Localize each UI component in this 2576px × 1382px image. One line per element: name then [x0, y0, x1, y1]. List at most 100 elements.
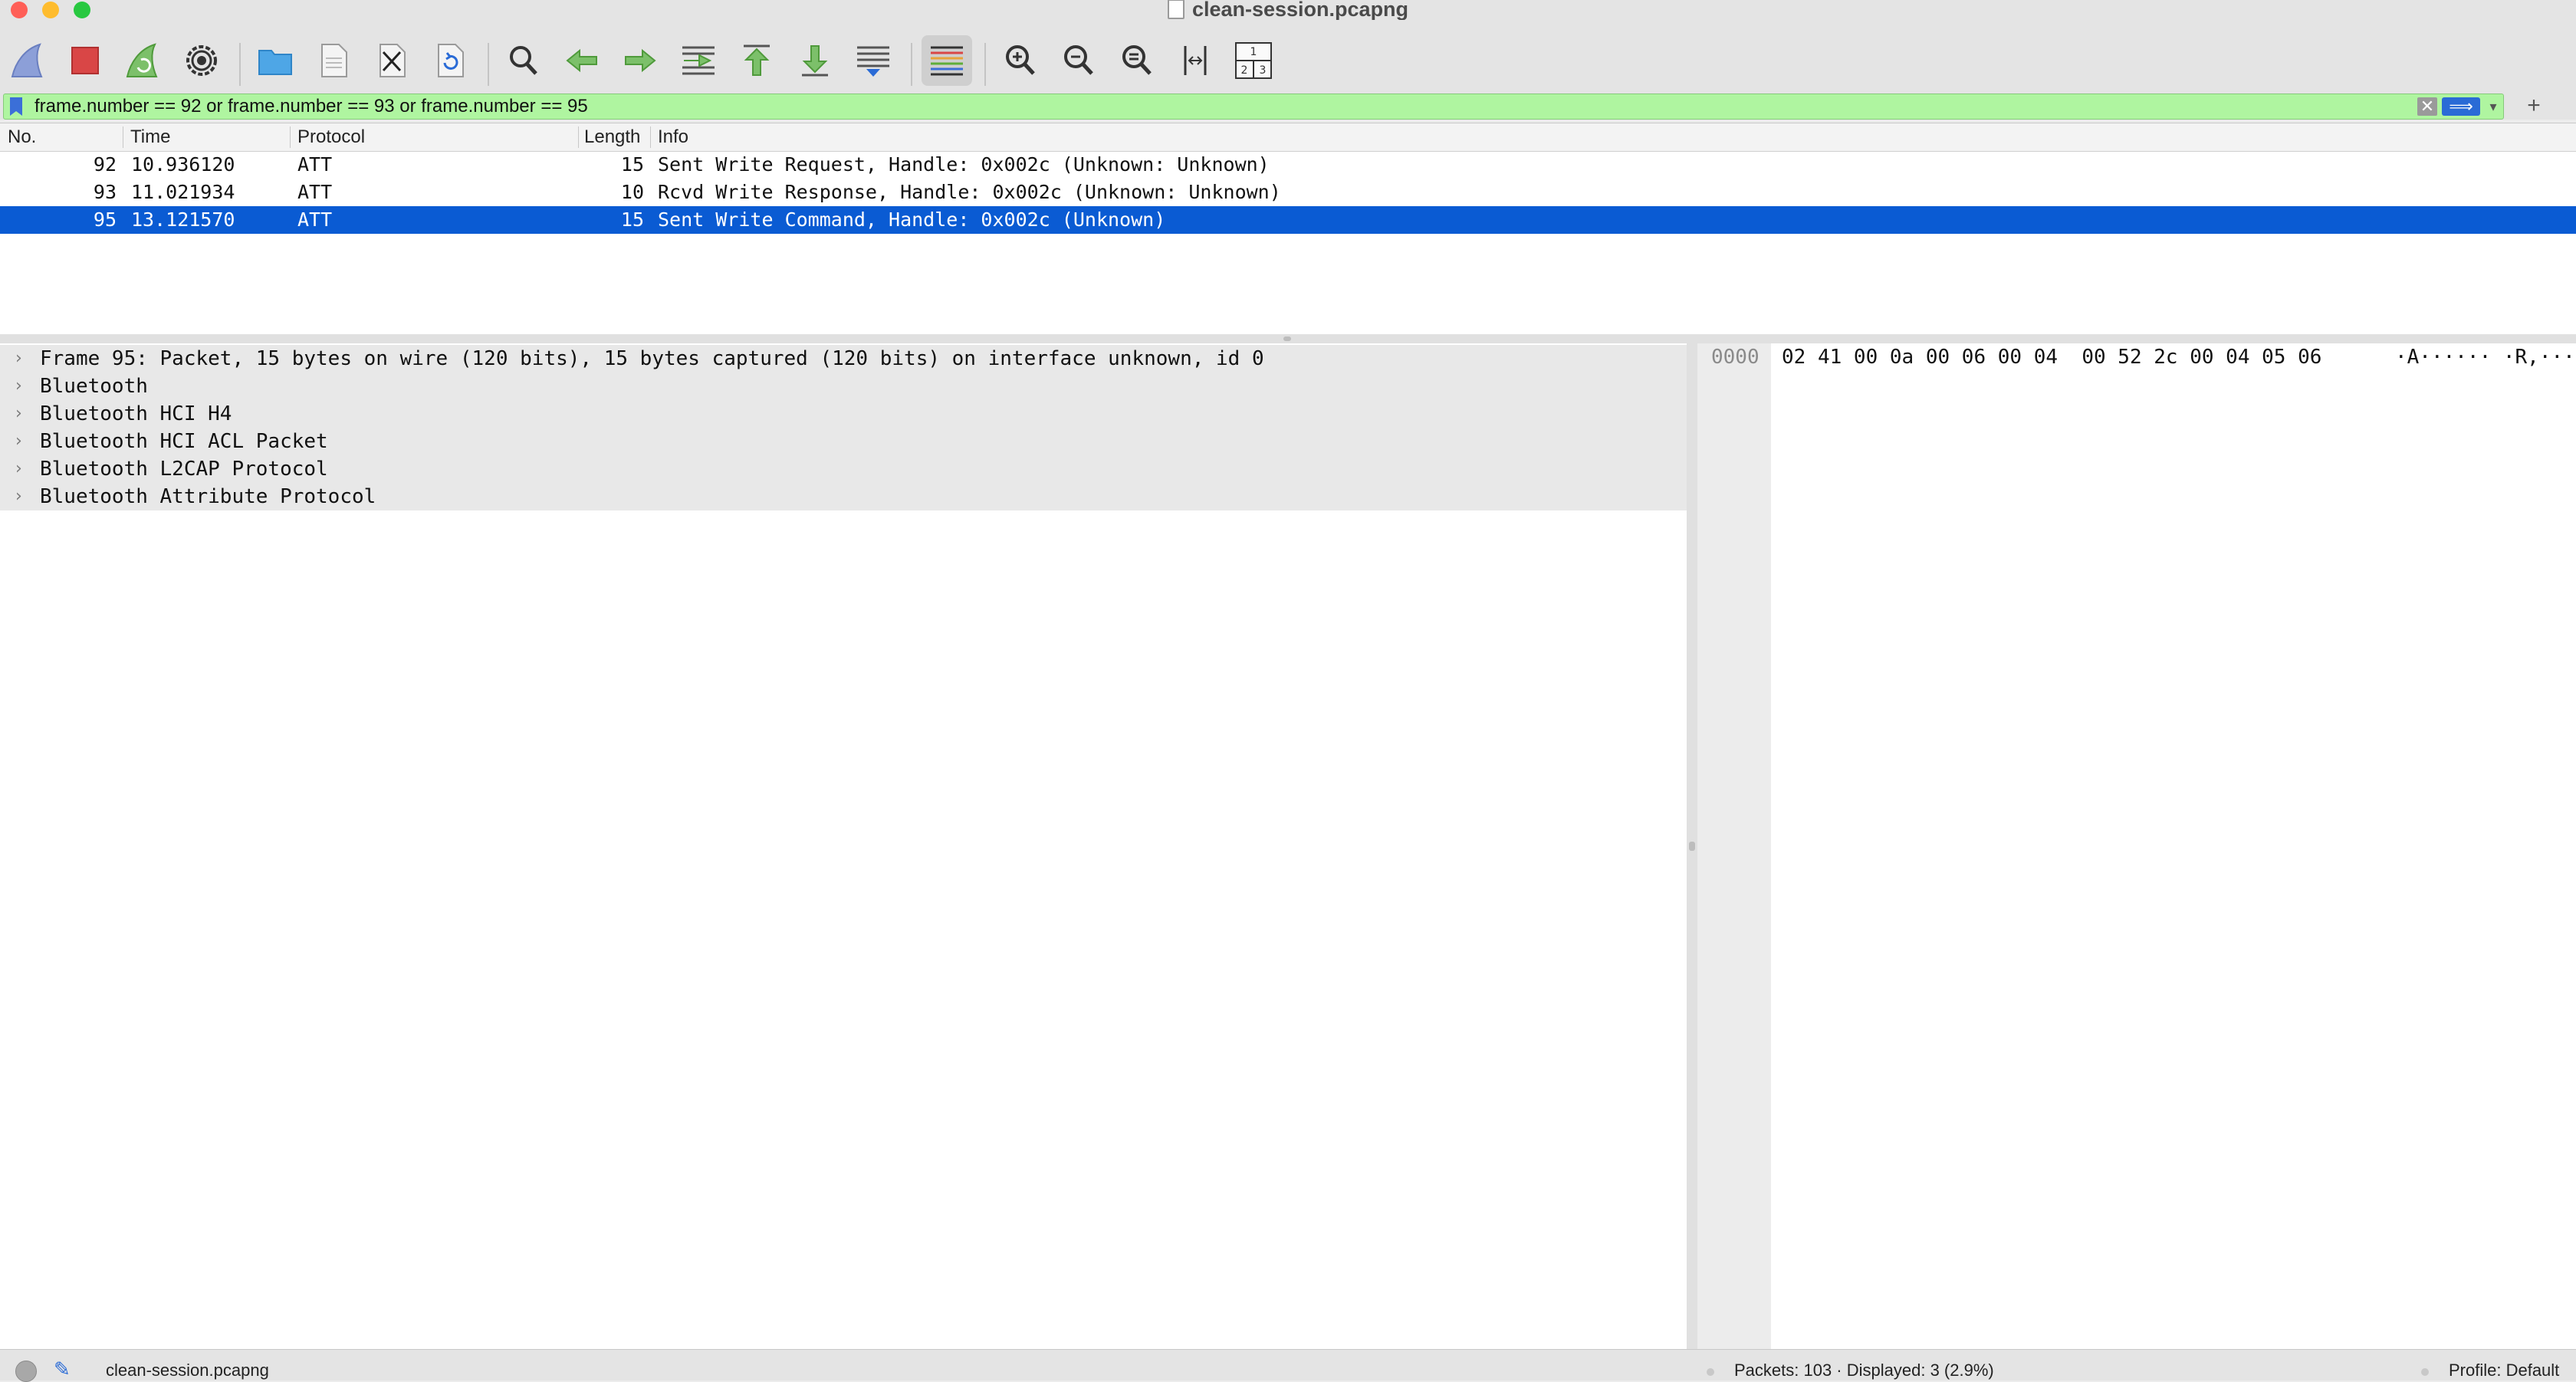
go-last-packet-button[interactable] — [790, 35, 840, 86]
capture-comment-icon[interactable]: ✎ — [54, 1357, 71, 1381]
auto-scroll-button[interactable] — [848, 35, 899, 86]
tree-item-l2cap[interactable]: › Bluetooth L2CAP Protocol — [0, 455, 1687, 483]
packet-info: Sent Write Command, Handle: 0x002c (Unkn… — [658, 208, 1166, 231]
packet-row[interactable]: 92 10.936120 ATT 15 Sent Write Request, … — [0, 151, 2576, 179]
tree-item-label: Bluetooth HCI H4 — [40, 402, 232, 425]
display-filter-input[interactable] — [34, 95, 2396, 118]
document-icon — [321, 44, 347, 77]
close-file-icon — [380, 44, 406, 77]
status-profile[interactable]: Profile: Default — [2449, 1361, 2559, 1380]
resize-columns-icon — [1184, 46, 1207, 75]
pane-splitter-vertical[interactable] — [1687, 343, 1697, 1349]
packet-info: Sent Write Request, Handle: 0x002c (Unkn… — [658, 153, 1270, 176]
bytes-offset: 0000 — [1711, 346, 1760, 369]
find-packet-button[interactable] — [498, 35, 549, 86]
gear-icon — [186, 45, 217, 76]
column-divider[interactable] — [290, 126, 291, 148]
go-first-packet-button[interactable] — [731, 35, 782, 86]
filter-clear-button[interactable]: ✕ — [2417, 97, 2437, 116]
bytes-row: 0000 02 41 00 0a 00 06 00 04 00 52 2c 00… — [1697, 343, 2576, 371]
reload-file-button[interactable] — [425, 35, 475, 86]
expand-arrow-icon[interactable]: › — [15, 428, 22, 455]
restart-capture-button[interactable] — [118, 35, 169, 86]
layout-panes-icon: 12 3 — [1235, 42, 1272, 79]
expand-arrow-icon[interactable]: › — [15, 483, 22, 510]
start-capture-button[interactable] — [3, 35, 54, 86]
stop-icon — [71, 47, 99, 74]
resize-columns-button[interactable] — [1170, 35, 1221, 86]
packet-info: Rcvd Write Response, Handle: 0x002c (Unk… — [658, 181, 1281, 203]
reload-icon — [438, 44, 464, 77]
open-file-button[interactable] — [250, 35, 301, 86]
tree-item-att[interactable]: › Bluetooth Attribute Protocol — [0, 483, 1687, 510]
zoom-out-button[interactable] — [1053, 35, 1104, 86]
search-icon — [510, 46, 537, 75]
tree-item-label: Bluetooth Attribute Protocol — [40, 485, 376, 508]
go-to-packet-icon — [682, 46, 715, 75]
column-header-protocol[interactable]: Protocol — [297, 126, 365, 148]
bytes-ascii[interactable]: ·A······ ·R,··· — [2395, 343, 2575, 371]
toolbar-separator — [239, 43, 241, 86]
folder-icon — [258, 50, 292, 75]
bytes-hex[interactable]: 02 41 00 0a 00 06 00 04 00 52 2c 00 04 0… — [1782, 343, 2321, 371]
column-header-info[interactable]: Info — [658, 126, 688, 148]
colorize-button[interactable] — [922, 35, 972, 86]
go-to-packet-button[interactable] — [673, 35, 724, 86]
filter-history-dropdown[interactable]: ▾ — [2485, 97, 2502, 116]
zoom-in-button[interactable] — [995, 35, 1046, 86]
expert-info-icon[interactable] — [15, 1361, 37, 1382]
tree-item-hci-acl[interactable]: › Bluetooth HCI ACL Packet — [0, 428, 1687, 455]
filter-apply-button[interactable]: ⟹ — [2442, 97, 2480, 116]
packet-bytes-pane: 0000 02 41 00 0a 00 06 00 04 00 52 2c 00… — [1697, 343, 2576, 1349]
expand-arrow-icon[interactable]: › — [15, 455, 22, 483]
toolbar-separator — [984, 43, 986, 86]
window-title-container: clean-session.pcapng — [0, 0, 2576, 21]
main-toolbar: 123 — [0, 20, 2576, 94]
status-file-name: clean-session.pcapng — [106, 1361, 269, 1380]
tree-item-frame[interactable]: › Frame 95: Packet, 15 bytes on wire (12… — [0, 345, 1687, 373]
add-filter-button[interactable]: + — [2522, 92, 2545, 120]
stop-capture-button[interactable] — [60, 35, 110, 86]
restart-shark-fin-icon — [126, 43, 158, 77]
title-bar: clean-session.pcapng — [0, 0, 2576, 21]
close-file-button[interactable] — [366, 35, 417, 86]
tree-item-label: Frame 95: Packet, 15 bytes on wire (120 … — [40, 347, 1264, 370]
column-divider[interactable] — [650, 126, 651, 148]
column-header-length[interactable]: Length — [584, 126, 640, 148]
expand-arrow-icon[interactable]: › — [15, 345, 22, 373]
packet-list-header: No. Time Protocol Length Info — [0, 123, 2576, 152]
pane-splitter-horizontal[interactable] — [0, 334, 2576, 343]
display-filter-bar: ✕ ⟹ ▾ — [0, 92, 2576, 120]
arrow-up-icon — [744, 44, 770, 76]
packet-length: 10 — [620, 181, 644, 203]
expand-arrow-icon[interactable]: › — [15, 373, 22, 400]
normal-size-icon — [1122, 45, 1152, 75]
status-separator-dot — [2421, 1368, 2429, 1376]
capture-options-button[interactable] — [176, 35, 227, 86]
window-title: clean-session.pcapng — [1191, 0, 1409, 21]
packet-details-pane: › Frame 95: Packet, 15 bytes on wire (12… — [0, 343, 1687, 1349]
tree-item-hci-h4[interactable]: › Bluetooth HCI H4 — [0, 400, 1687, 428]
save-file-button[interactable] — [308, 35, 359, 86]
splitter-grip-icon — [1283, 336, 1291, 341]
tree-item-bluetooth[interactable]: › Bluetooth — [0, 373, 1687, 400]
packet-list-pane: No. Time Protocol Length Info 92 10.9361… — [0, 123, 2576, 336]
packet-length: 15 — [620, 208, 644, 231]
column-divider[interactable] — [578, 126, 579, 148]
colorize-lines-icon — [931, 46, 963, 76]
go-back-button[interactable] — [557, 35, 607, 86]
zoom-in-icon — [1006, 45, 1035, 75]
normal-size-button[interactable] — [1112, 35, 1162, 86]
column-header-no[interactable]: No. — [8, 126, 36, 148]
layout-button[interactable]: 123 — [1228, 35, 1279, 86]
shark-fin-icon — [11, 43, 43, 77]
column-header-time[interactable]: Time — [130, 126, 170, 148]
status-bar: ✎ clean-session.pcapng Packets: 103 · Di… — [0, 1349, 2576, 1382]
document-icon — [1167, 0, 1184, 19]
bookmark-icon[interactable] — [10, 97, 22, 116]
packet-row-selected[interactable]: 95 13.121570 ATT 15 Sent Write Command, … — [0, 206, 2576, 234]
expand-arrow-icon[interactable]: › — [15, 400, 22, 428]
go-forward-button[interactable] — [615, 35, 665, 86]
auto-scroll-icon — [857, 46, 889, 77]
packet-row[interactable]: 93 11.021934 ATT 10 Rcvd Write Response,… — [0, 179, 2576, 206]
